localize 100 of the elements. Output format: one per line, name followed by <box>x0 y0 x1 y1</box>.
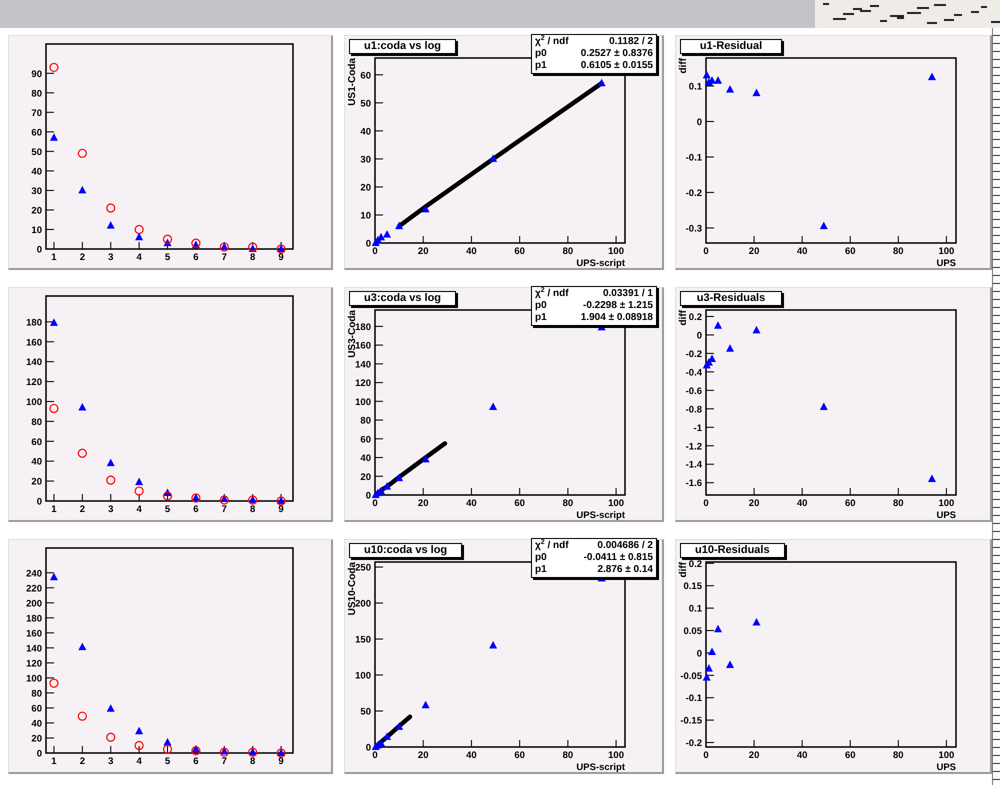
tick-label: 120 <box>355 378 371 390</box>
tick-label: 80 <box>360 416 371 427</box>
tick-label: 80 <box>562 246 574 257</box>
tick-label: 20 <box>31 733 42 744</box>
stat-value: 0.6105 ± 0.0155 <box>580 60 653 72</box>
tick-label: 20 <box>748 246 760 257</box>
stat-label: p1 <box>535 564 548 576</box>
tick-label: 6 <box>193 252 199 263</box>
tick-label: 100 <box>938 246 954 257</box>
tick-label: 80 <box>893 498 904 509</box>
tick-label: 100 <box>608 246 624 257</box>
tick-label: 100 <box>608 750 624 761</box>
tick-label: 80 <box>31 688 42 700</box>
tick-label: 160 <box>355 340 371 352</box>
tick-label: 0 <box>36 244 42 256</box>
tick-label: 1 <box>51 504 57 515</box>
tick-label: 0.05 <box>684 626 702 638</box>
stat-label: χ$^{2}$ / ndf <box>535 36 569 48</box>
tick-label: 0 <box>696 330 702 342</box>
axis-title: diff <box>678 58 689 74</box>
tick-label: 0.1 <box>688 82 702 93</box>
tick-label: 0 <box>372 750 378 761</box>
tick-label: 4 <box>136 252 142 263</box>
tick-label: 180 <box>26 613 42 624</box>
tick-label: 9 <box>278 252 284 263</box>
tick-label: -0.1 <box>686 693 702 704</box>
tick-label: 3 <box>108 504 114 515</box>
axis-title: UPS-script <box>576 510 625 521</box>
plot-title: u10-Residuals <box>680 543 785 558</box>
tick-label: 80 <box>562 498 574 509</box>
stat-label: p0 <box>535 300 548 312</box>
tick-label: 20 <box>31 205 42 216</box>
tick-label: 160 <box>26 337 42 348</box>
tick-label: 2 <box>80 504 85 515</box>
tick-label: 0 <box>372 246 378 257</box>
tick-label: 20 <box>418 498 428 509</box>
tick-label: 60 <box>360 434 371 446</box>
tick-label: 0 <box>366 742 371 754</box>
tick-label: -0.2 <box>686 188 702 199</box>
tick-label: 100 <box>608 498 624 509</box>
axis-title: diff <box>678 310 689 326</box>
tick-label: 2 <box>80 756 85 767</box>
tick-label: 90 <box>31 68 42 80</box>
tick-label: 40 <box>796 750 808 761</box>
stat-label: χ$^{2}$ / ndf <box>535 540 569 552</box>
tick-label: -0.05 <box>680 670 702 682</box>
tick-label: 20 <box>418 750 428 761</box>
tick-label: 60 <box>514 498 525 509</box>
tick-label: 5 <box>164 504 170 515</box>
tick-label: 140 <box>26 643 42 654</box>
tick-label: 40 <box>796 498 808 509</box>
tick-label: 7 <box>222 504 227 515</box>
tick-label: 5 <box>164 252 170 263</box>
tick-label: 50 <box>360 98 371 110</box>
tick-label: 240 <box>26 568 42 580</box>
tick-label: 140 <box>355 359 371 370</box>
tick-label: 60 <box>360 70 371 82</box>
tick-label: -1 <box>694 422 702 434</box>
tick-label: -0.6 <box>686 386 702 397</box>
tick-label: 160 <box>26 628 42 640</box>
tick-label: -0.8 <box>686 404 702 416</box>
tick-label: 10 <box>31 224 42 236</box>
tick-label: 10 <box>360 210 371 222</box>
tick-label: 0.2 <box>688 558 702 570</box>
tick-label: 180 <box>26 317 42 328</box>
stat-value: -0.2298 ± 1.215 <box>582 300 653 312</box>
tick-label: 100 <box>938 498 954 509</box>
tick-label: 60 <box>844 246 856 257</box>
tick-label: 4 <box>136 756 142 767</box>
stat-value: 0.004686 / 2 <box>596 540 653 552</box>
tick-label: 100 <box>26 673 42 684</box>
stat-value: 1.904 ± 0.08918 <box>580 312 653 324</box>
tick-label: 4 <box>136 504 142 515</box>
axis-title: UPS <box>936 510 956 521</box>
stat-value: 2.876 ± 0.14 <box>596 564 653 576</box>
tick-label: 80 <box>31 416 42 428</box>
stat-label: χ$^{2}$ / ndf <box>535 288 569 300</box>
tick-label: 100 <box>355 396 371 408</box>
tick-label: 0 <box>372 498 378 509</box>
tick-label: -0.2 <box>686 738 702 750</box>
tick-label: 8 <box>250 504 256 515</box>
stat-value: 0.1182 / 2 <box>608 36 653 48</box>
tick-label: 40 <box>31 718 42 730</box>
axis-title: UPS <box>936 258 956 269</box>
tick-label: 0 <box>366 490 371 502</box>
tick-label: 40 <box>796 246 808 257</box>
tick-label: 60 <box>31 127 42 138</box>
tick-label: 6 <box>193 756 199 767</box>
tick-label: 40 <box>466 246 477 257</box>
tick-label: 180 <box>355 322 371 333</box>
tick-label: 9 <box>278 504 284 515</box>
tick-label: 0 <box>366 238 371 250</box>
plot-title: u3:coda vs log <box>349 291 456 306</box>
stat-label: p1 <box>535 60 548 72</box>
tick-label: 5 <box>164 756 170 767</box>
plot-title: u1-Residual <box>680 39 782 54</box>
tick-label: -0.2 <box>686 348 702 360</box>
tick-label: 6 <box>193 504 199 515</box>
tick-label: 60 <box>514 750 525 761</box>
tick-label: 200 <box>26 598 42 610</box>
